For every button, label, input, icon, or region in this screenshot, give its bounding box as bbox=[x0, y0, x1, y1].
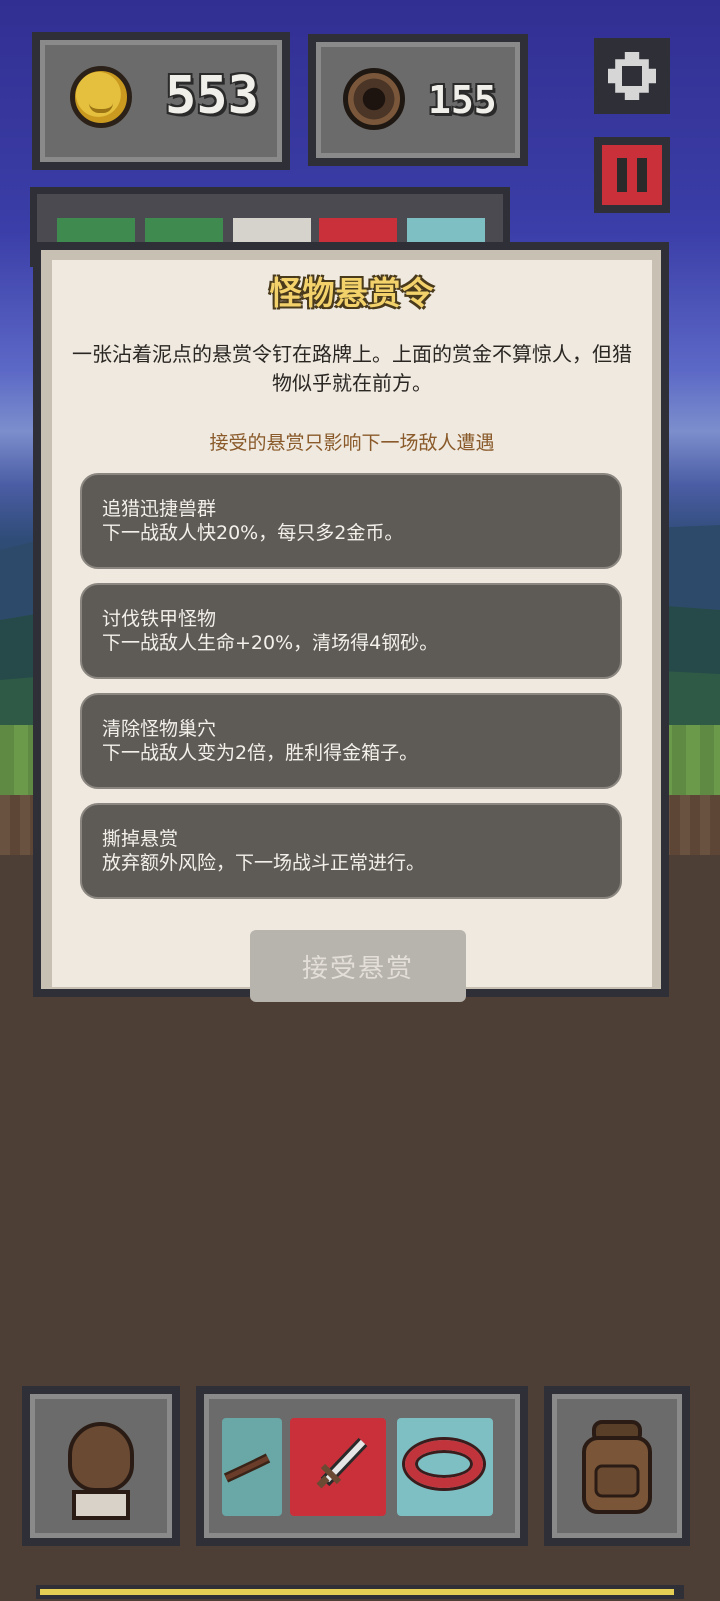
pause-icon bbox=[602, 145, 662, 205]
gear-icon[interactable] bbox=[594, 38, 670, 114]
option-description: 放弃额外风险，下一场战斗正常进行。 bbox=[102, 852, 426, 874]
modal-note: 接受的悬赏只影响下一场敌人遭遇 bbox=[209, 432, 495, 454]
modal-title: 怪物悬赏令 bbox=[269, 274, 435, 312]
accept-bounty-button[interactable]: 接受悬赏 bbox=[250, 930, 466, 1002]
gold-count: 553 bbox=[165, 66, 259, 126]
game-screen: 553 155 怪物悬赏令 一张沾着泥点的悬赏令钉在路牌上。上面的赏金不算惊人，… bbox=[0, 0, 720, 1601]
pause-button[interactable] bbox=[594, 137, 670, 213]
option-title: 讨伐铁甲怪物 bbox=[102, 608, 217, 630]
bounty-option-tear-up[interactable]: 撕掉悬赏 放弃额外风险，下一场战斗正常进行。 bbox=[80, 803, 622, 899]
gold-coin-icon bbox=[70, 66, 132, 128]
option-title: 追猎迅捷兽群 bbox=[102, 498, 217, 520]
xp-bar-fill bbox=[40, 1589, 674, 1595]
ring-icon bbox=[405, 1440, 483, 1488]
sword-icon bbox=[316, 1437, 368, 1489]
wood-log-icon bbox=[343, 68, 405, 130]
hero-avatar-icon bbox=[58, 1422, 144, 1520]
backpack-icon bbox=[582, 1420, 652, 1514]
bounty-option-armored-monster[interactable]: 讨伐铁甲怪物 下一战敌人生命+20%，清场得4钢砂。 bbox=[80, 583, 622, 679]
equip-slot-bow[interactable] bbox=[222, 1418, 282, 1516]
modal-description: 一张沾着泥点的悬赏令钉在路牌上。上面的赏金不算惊人，但猎物似乎就在前方。 bbox=[72, 342, 632, 395]
option-description: 下一战敌人快20%，每只多2金币。 bbox=[102, 522, 404, 544]
bow-icon bbox=[223, 1453, 271, 1483]
option-title: 撕掉悬赏 bbox=[102, 828, 179, 850]
bounty-option-swift-beasts[interactable]: 追猎迅捷兽群 下一战敌人快20%，每只多2金币。 bbox=[80, 473, 622, 569]
option-description: 下一战敌人变为2倍，胜利得金箱子。 bbox=[102, 742, 419, 764]
wood-count: 155 bbox=[428, 78, 497, 122]
option-title: 清除怪物巢穴 bbox=[102, 718, 217, 740]
xp-bar bbox=[36, 1585, 684, 1599]
option-description: 下一战敌人生命+20%，清场得4钢砂。 bbox=[102, 632, 439, 654]
bounty-option-monster-nest[interactable]: 清除怪物巢穴 下一战敌人变为2倍，胜利得金箱子。 bbox=[80, 693, 622, 789]
